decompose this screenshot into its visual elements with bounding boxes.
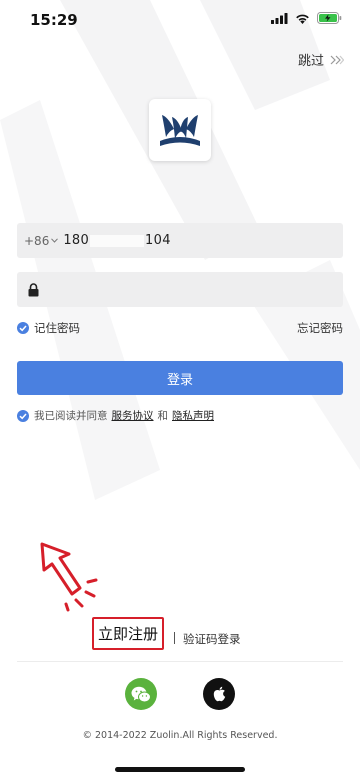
copyright-text: © 2014-2022 Zuolin.All Rights Reserved. (82, 730, 278, 741)
wechat-icon (131, 686, 151, 702)
phone-value-suffix: 104 (145, 233, 171, 248)
divider-line (17, 661, 343, 662)
lock-icon (28, 282, 39, 296)
remember-password-label: 记住密码 (34, 321, 80, 335)
home-indicator (115, 767, 245, 772)
apple-icon (213, 686, 225, 702)
agreement-row: 我已阅读并同意 服务协议 和 隐私声明 (17, 408, 343, 423)
cellular-signal-icon (271, 12, 288, 24)
remember-row: 记住密码 忘记密码 (17, 320, 343, 336)
phone-value-prefix: 180 (63, 233, 90, 248)
wifi-icon (296, 14, 309, 24)
status-bar: 15:29 (0, 0, 360, 40)
forgot-password-link[interactable]: 忘记密码 (297, 320, 343, 336)
register-now-button[interactable]: 立即注册 (92, 617, 164, 650)
country-code-select[interactable]: +86 (24, 233, 59, 248)
phone-field[interactable]: +86 180 104 (17, 223, 343, 258)
battery-charging-icon (317, 12, 342, 24)
check-circle-icon (17, 322, 29, 334)
agreement-prefix: 我已阅读并同意 (34, 410, 108, 422)
country-code-label: +86 (24, 233, 50, 248)
divider (174, 632, 175, 644)
zuolin-logo-icon (160, 115, 200, 146)
sms-code-login-link[interactable]: 验证码登录 (183, 631, 241, 647)
app-logo (149, 99, 211, 161)
register-now-label: 立即注册 (97, 625, 158, 643)
service-agreement-link[interactable]: 服务协议 (112, 408, 154, 423)
status-icons (271, 12, 342, 24)
password-field[interactable] (17, 272, 343, 307)
wechat-login-button[interactable] (125, 678, 157, 710)
chevron-down-icon (51, 238, 59, 243)
skip-label: 跳过 (297, 54, 324, 69)
remember-password-checkbox[interactable]: 记住密码 (17, 320, 80, 336)
annotation-arrow-icon (40, 542, 98, 612)
skip-button[interactable]: 跳过 (298, 50, 344, 69)
login-button[interactable]: 登录 (17, 361, 343, 395)
double-chevron-right-icon (330, 55, 344, 64)
agreement-and: 和 (157, 410, 169, 422)
status-time: 15:29 (30, 11, 78, 29)
phone-value: 180 104 (63, 233, 170, 248)
check-circle-icon (17, 409, 29, 422)
background-watermark (0, 0, 360, 500)
privacy-statement-link[interactable]: 隐私声明 (172, 408, 214, 423)
phone-redaction (90, 234, 145, 247)
agreement-checkbox[interactable]: 我已阅读并同意 (17, 408, 108, 423)
apple-login-button[interactable] (203, 678, 235, 710)
